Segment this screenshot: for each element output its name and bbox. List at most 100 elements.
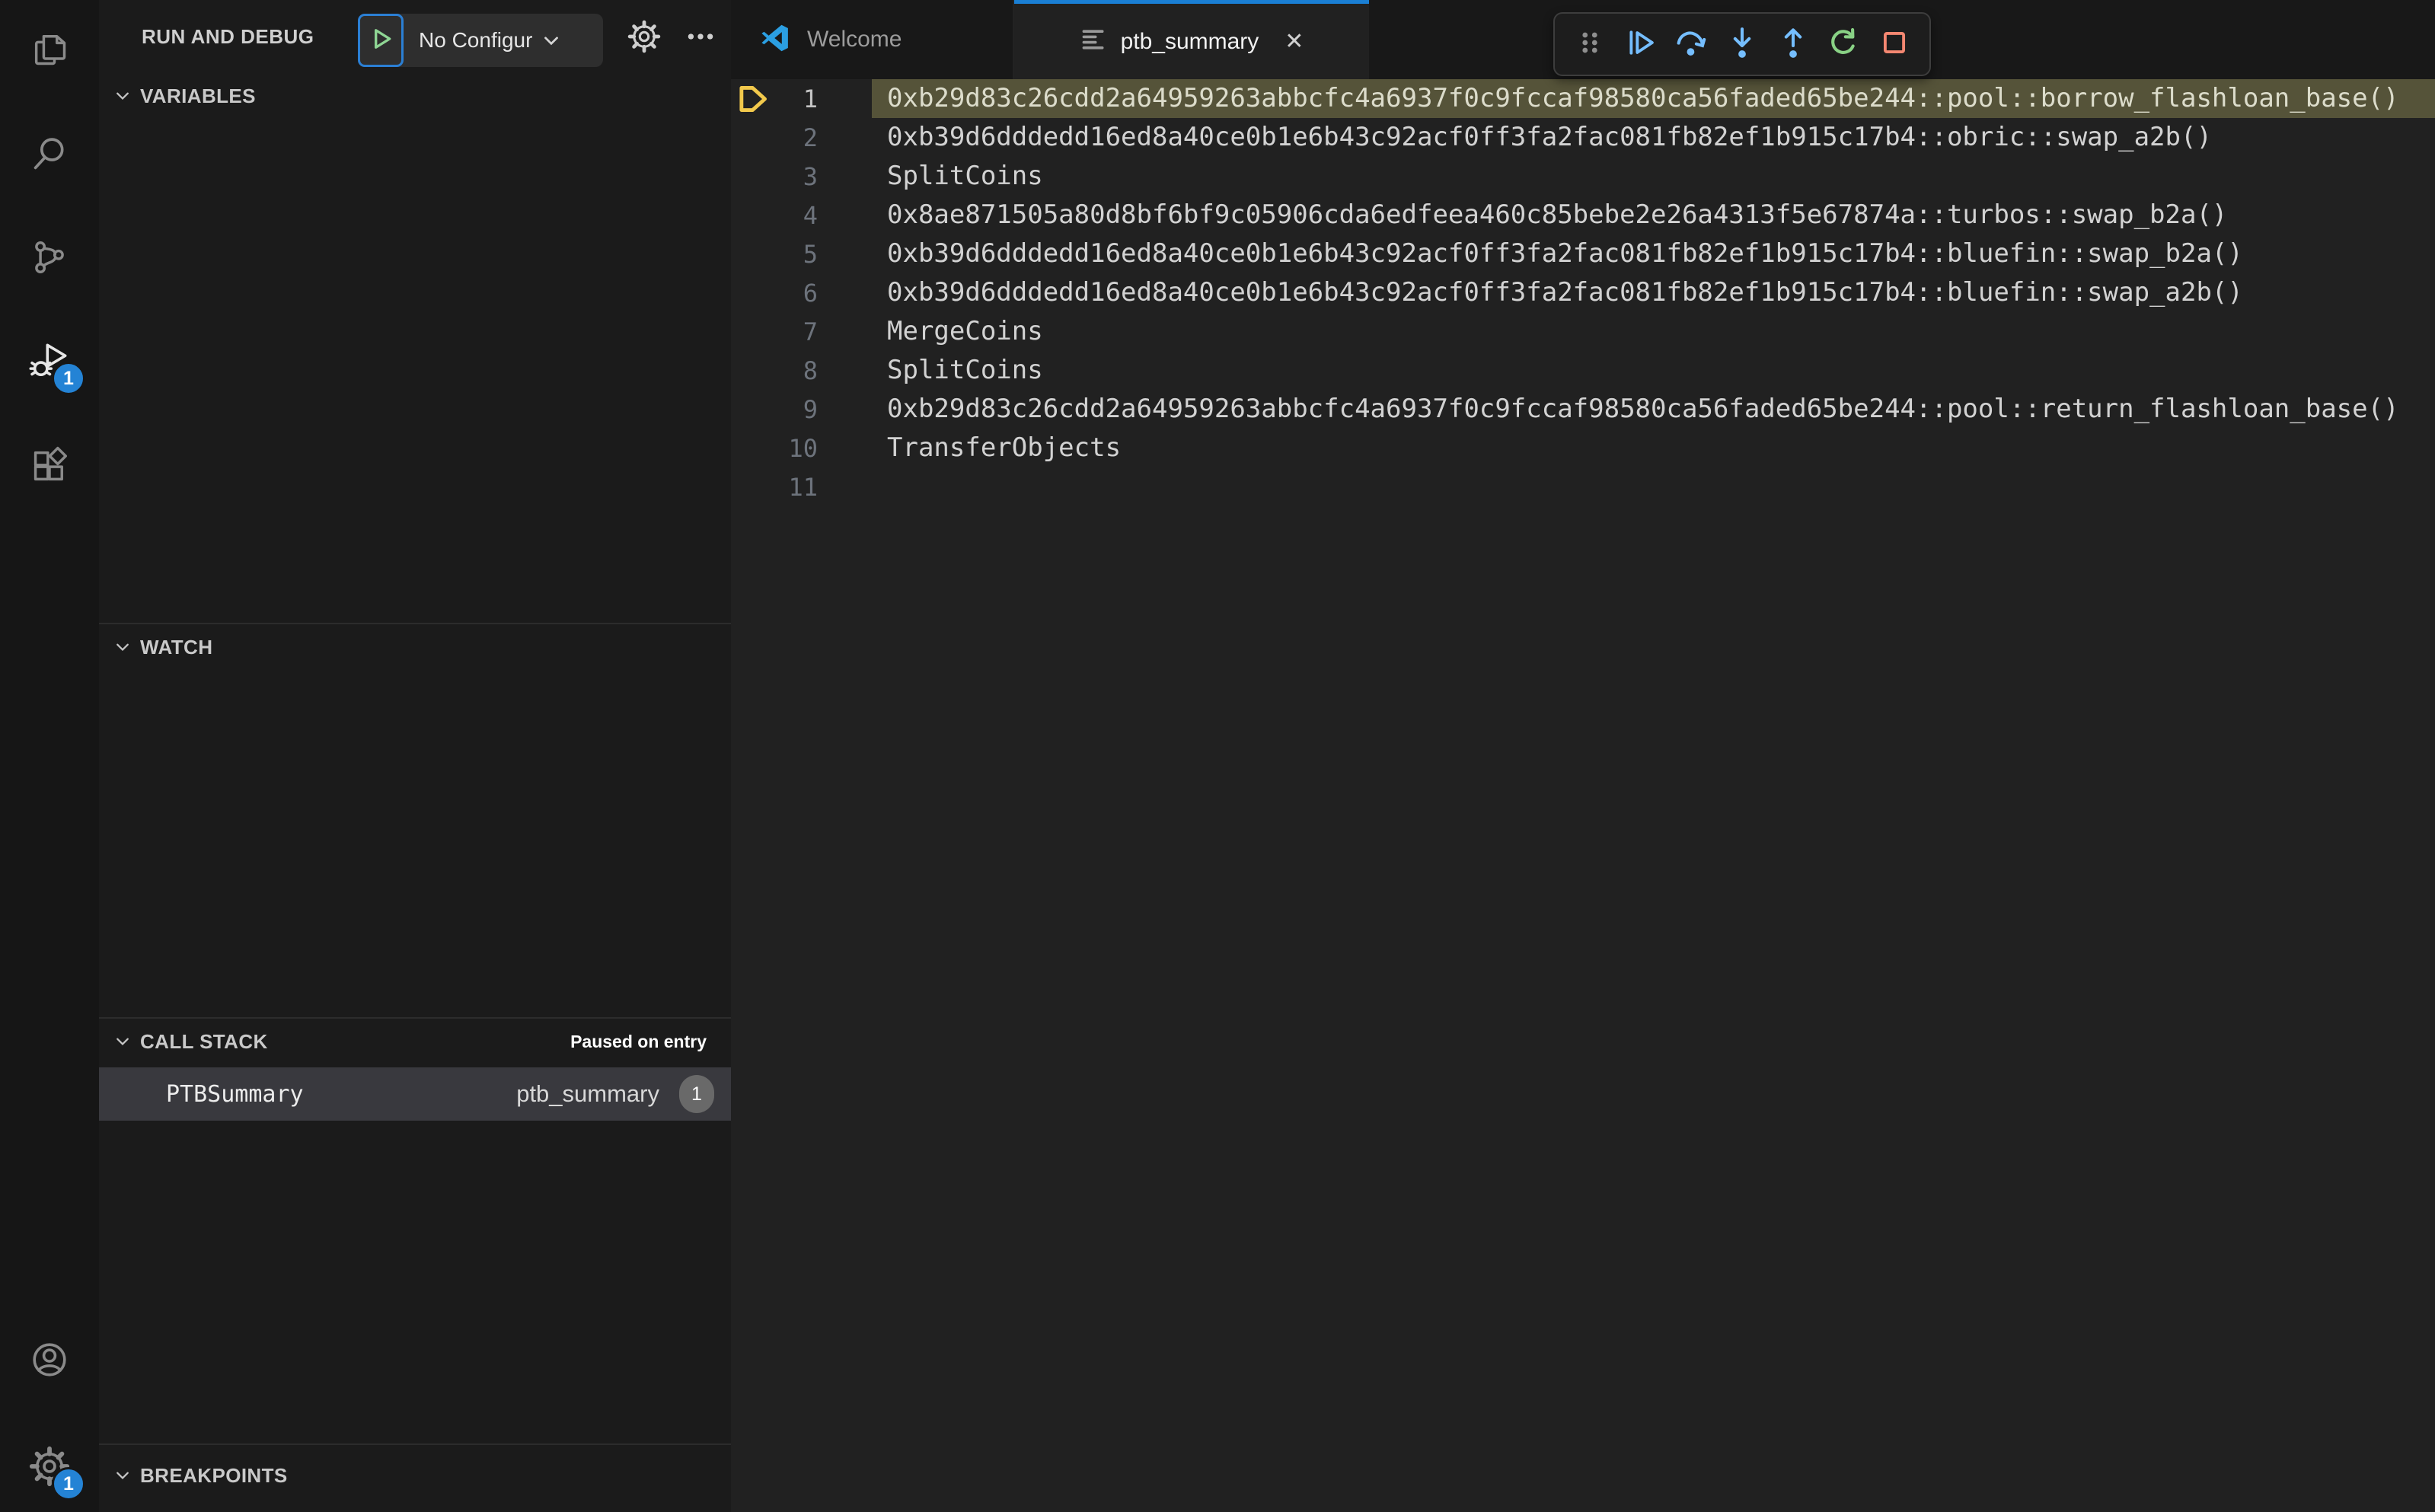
toolbar-drag-handle[interactable]: [1569, 23, 1611, 65]
chevron-down-icon: [110, 87, 136, 105]
paused-status-text: Paused on entry: [570, 1031, 707, 1051]
chevron-down-icon[interactable]: [540, 29, 563, 52]
debug-launch-control: No Configur: [358, 14, 603, 67]
configuration-dropdown[interactable]: No Configur: [419, 28, 532, 53]
line-number: 5: [803, 239, 818, 269]
breakpoint-gutter[interactable]: [731, 429, 777, 467]
line-number: 3: [803, 161, 818, 191]
step-over-button[interactable]: [1670, 23, 1712, 65]
sidebar-titlebar: RUN AND DEBUG No Configur: [99, 0, 731, 73]
editor-group: Welcome ptb_summary ✕ 1 0xb29d83c26cdd2a…: [731, 0, 2435, 1512]
breakpoint-gutter[interactable]: [731, 351, 777, 390]
current-stack-frame-icon[interactable]: [731, 79, 777, 118]
stack-frame-file: ptb_summary: [516, 1080, 659, 1107]
tab-ptb-summary[interactable]: ptb_summary ✕: [1014, 0, 1369, 79]
breakpoint-gutter[interactable]: [731, 467, 777, 506]
stop-icon: [1878, 26, 1911, 63]
stack-frame-name: PTBSummary: [166, 1080, 304, 1108]
activity-item-explorer[interactable]: [0, 8, 99, 92]
code-text[interactable]: 0x8ae871505a80d8bf6bf9c05906cda6edfeea46…: [872, 196, 2435, 234]
activity-item-extensions[interactable]: [0, 426, 99, 509]
line-number: 6: [803, 278, 818, 308]
restart-button[interactable]: [1822, 23, 1865, 65]
breakpoint-gutter[interactable]: [731, 390, 777, 429]
section-label: VARIABLES: [140, 84, 256, 107]
drag-handle-icon: [1577, 27, 1603, 62]
activity-item-accounts[interactable]: [0, 1319, 99, 1403]
settings-badge: 1: [52, 1467, 85, 1501]
line-number: 4: [803, 200, 818, 230]
breakpoints-section-header[interactable]: BREAKPOINTS: [99, 1453, 731, 1498]
views-and-more-actions-button[interactable]: [679, 17, 722, 59]
code-line: 4 0x8ae871505a80d8bf6bf9c05906cda6edfeea…: [731, 196, 2435, 234]
code-text[interactable]: SplitCoins: [872, 351, 2435, 390]
chevron-down-icon: [110, 1032, 136, 1051]
line-number: 1: [803, 84, 818, 113]
line-number: 7: [803, 317, 818, 346]
code-text[interactable]: 0xb39d6dddedd16ed8a40ce0b1e6b43c92acf0ff…: [872, 234, 2435, 273]
code-line: 3 SplitCoins: [731, 157, 2435, 196]
code-line: 6 0xb39d6dddedd16ed8a40ce0b1e6b43c92acf0…: [731, 273, 2435, 312]
continue-button[interactable]: [1620, 23, 1662, 65]
start-debugging-button[interactable]: [358, 14, 404, 67]
code-text[interactable]: MergeCoins: [872, 312, 2435, 351]
breakpoint-gutter[interactable]: [731, 118, 777, 157]
close-icon[interactable]: ✕: [1285, 28, 1304, 55]
code-line: 2 0xb39d6dddedd16ed8a40ce0b1e6b43c92acf0…: [731, 118, 2435, 157]
step-out-button[interactable]: [1772, 23, 1814, 65]
breakpoint-gutter[interactable]: [731, 273, 777, 312]
section-label: CALL STACK: [140, 1029, 268, 1053]
code-text[interactable]: TransferObjects: [872, 429, 2435, 467]
stop-button[interactable]: [1873, 23, 1916, 65]
activity-item-source-control[interactable]: [0, 217, 99, 301]
breakpoint-gutter[interactable]: [731, 157, 777, 196]
step-into-button[interactable]: [1721, 23, 1763, 65]
code-text[interactable]: SplitCoins: [872, 157, 2435, 196]
step-into-icon: [1725, 25, 1760, 64]
activity-item-settings[interactable]: 1: [0, 1426, 99, 1510]
watch-section-header[interactable]: WATCH: [99, 624, 731, 670]
code-text[interactable]: [872, 467, 2435, 506]
line-number: 11: [788, 472, 818, 502]
run-and-debug-sidebar: RUN AND DEBUG No Configur VARIABLES WATC…: [99, 0, 731, 1512]
open-launch-json-button[interactable]: [623, 17, 665, 59]
call-stack-section-header[interactable]: CALL STACK Paused on entry: [99, 1019, 731, 1064]
code-text[interactable]: 0xb39d6dddedd16ed8a40ce0b1e6b43c92acf0ff…: [872, 118, 2435, 157]
variables-section-header[interactable]: VARIABLES: [99, 73, 731, 119]
breakpoint-gutter[interactable]: [731, 312, 777, 351]
line-number: 2: [803, 123, 818, 152]
section-label: WATCH: [140, 635, 213, 659]
section-label: BREAKPOINTS: [140, 1463, 288, 1487]
step-over-icon: [1674, 25, 1709, 64]
vscode-logo-icon: [758, 21, 792, 59]
tab-label: ptb_summary: [1120, 28, 1259, 54]
sidebar-title: RUN AND DEBUG: [142, 24, 314, 48]
breakpoint-gutter[interactable]: [731, 196, 777, 234]
call-stack-section: CALL STACK Paused on entry PTBSummary pt…: [99, 1017, 731, 1443]
gear-icon: [627, 20, 661, 57]
stack-frame-row[interactable]: PTBSummary ptb_summary 1: [99, 1067, 731, 1121]
code-line: 8 SplitCoins: [731, 351, 2435, 390]
search-icon: [30, 134, 69, 177]
tab-welcome[interactable]: Welcome: [731, 0, 1014, 79]
code-editor[interactable]: 1 0xb29d83c26cdd2a64959263abbcfc4a6937f0…: [731, 79, 2435, 1512]
code-text[interactable]: 0xb29d83c26cdd2a64959263abbcfc4a6937f0c9…: [872, 390, 2435, 429]
source-control-icon: [30, 238, 69, 281]
step-out-icon: [1776, 25, 1811, 64]
files-icon: [30, 29, 69, 72]
code-text[interactable]: 0xb29d83c26cdd2a64959263abbcfc4a6937f0c9…: [872, 79, 2435, 118]
extensions-icon: [30, 446, 69, 490]
code-line: 1 0xb29d83c26cdd2a64959263abbcfc4a6937f0…: [731, 79, 2435, 118]
activity-item-search[interactable]: [0, 113, 99, 197]
breakpoint-gutter[interactable]: [731, 234, 777, 273]
debug-toolbar: [1553, 12, 1931, 76]
code-line: 9 0xb29d83c26cdd2a64959263abbcfc4a6937f0…: [731, 390, 2435, 429]
activity-item-run-and-debug[interactable]: 1: [0, 321, 99, 404]
debug-badge: 1: [52, 362, 85, 395]
chevron-down-icon: [110, 638, 136, 656]
code-text[interactable]: 0xb39d6dddedd16ed8a40ce0b1e6b43c92acf0ff…: [872, 273, 2435, 312]
ellipsis-icon: [685, 21, 716, 56]
code-line: 11: [731, 467, 2435, 506]
stack-frame-badge: 1: [679, 1075, 714, 1113]
variables-section: VARIABLES: [99, 73, 731, 623]
